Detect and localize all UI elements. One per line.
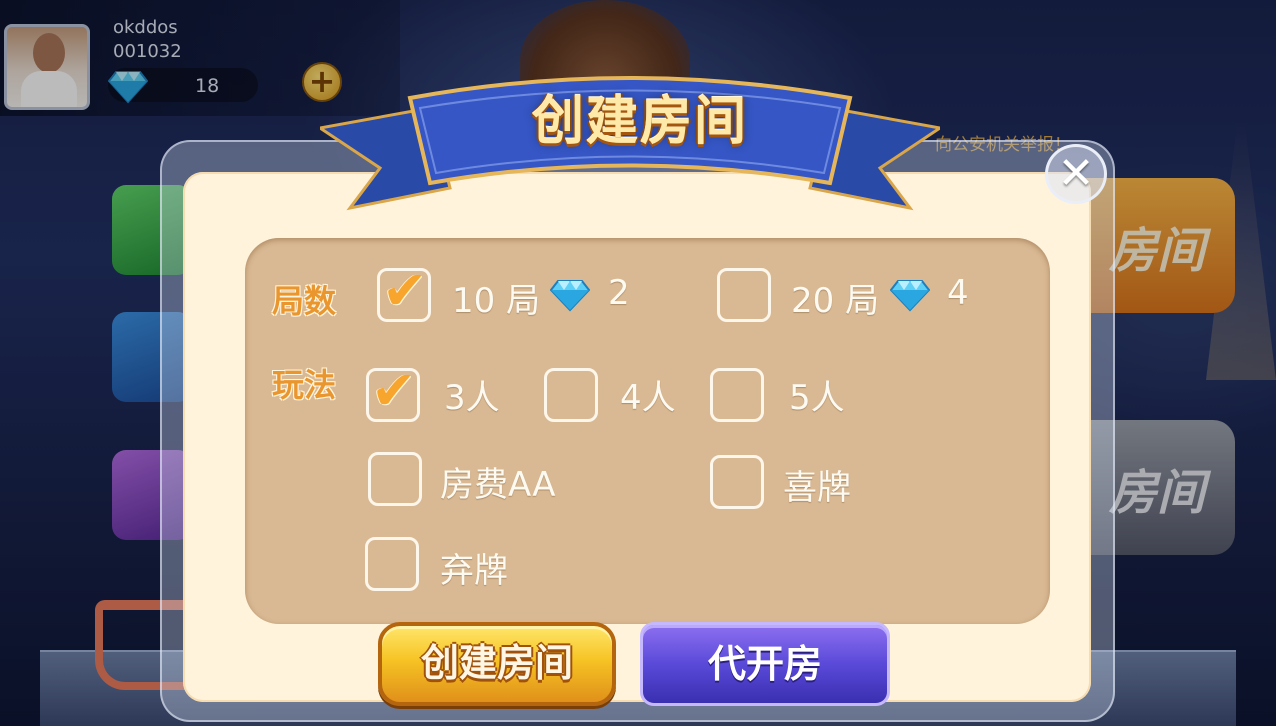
- players-3-label: 3人: [444, 378, 500, 418]
- dialog-title: 创建房间: [531, 92, 748, 152]
- gameplay-label: 玩法: [272, 366, 337, 404]
- diamond-icon: [890, 280, 930, 312]
- fold-label: 弃牌: [440, 551, 508, 591]
- rounds-10-checkbox[interactable]: ✔: [377, 263, 431, 322]
- rounds-label: 局数: [272, 282, 337, 320]
- checkmark-icon: ✔: [371, 359, 417, 422]
- checkmark-icon: ✔: [382, 259, 428, 322]
- players-5-checkbox[interactable]: [710, 368, 764, 422]
- rounds-20-cost: 4: [947, 273, 969, 313]
- players-3-checkbox[interactable]: ✔: [366, 363, 420, 422]
- close-button[interactable]: ✕: [1045, 144, 1107, 204]
- players-4-label: 4人: [620, 378, 676, 418]
- fold-checkbox[interactable]: [365, 537, 419, 591]
- players-4-checkbox[interactable]: [544, 368, 598, 422]
- aa-fee-checkbox[interactable]: [368, 452, 422, 506]
- create-room-button[interactable]: 创建房间: [378, 622, 616, 706]
- rounds-10-cost: 2: [608, 273, 630, 313]
- players-5-label: 5人: [789, 378, 845, 418]
- diamond-icon: [550, 280, 590, 312]
- rounds-10-label: 10 局: [452, 281, 541, 321]
- rounds-20-label: 20 局: [791, 281, 880, 321]
- proxy-open-room-button[interactable]: 代开房: [640, 622, 890, 706]
- xipai-checkbox[interactable]: [710, 455, 764, 509]
- rounds-20-checkbox[interactable]: [717, 268, 771, 322]
- aa-fee-label: 房费AA: [440, 465, 556, 505]
- xipai-label: 喜牌: [783, 468, 851, 508]
